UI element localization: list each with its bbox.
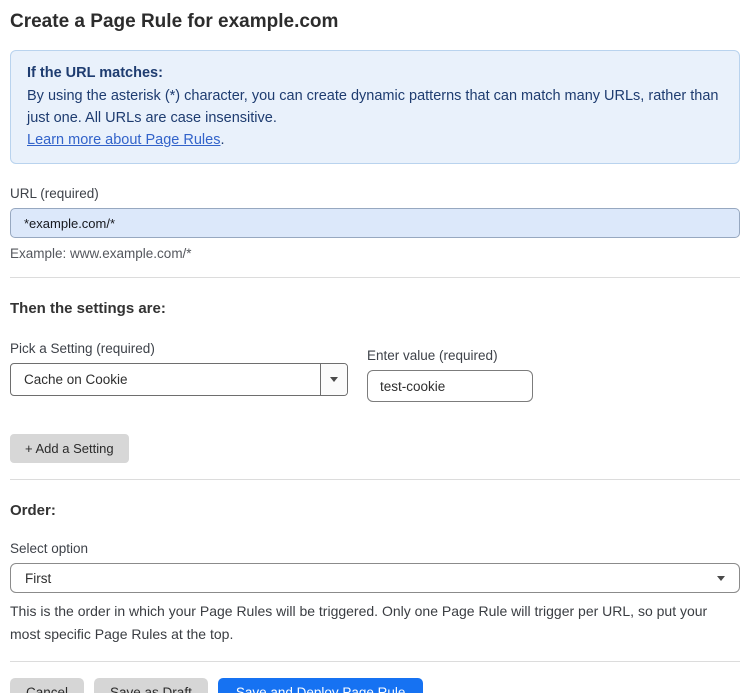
- value-column: Enter value (required): [367, 348, 533, 402]
- url-match-info-box: If the URL matches: By using the asteris…: [10, 50, 740, 164]
- order-select-value: First: [25, 570, 52, 586]
- url-label: URL (required): [10, 186, 99, 201]
- info-box-link-row: Learn more about Page Rules.: [27, 129, 723, 151]
- settings-row: Pick a Setting (required) Cache on Cooki…: [10, 341, 740, 402]
- setting-select[interactable]: Cache on Cookie: [10, 363, 348, 396]
- info-box-heading: If the URL matches:: [27, 65, 163, 81]
- value-label: Enter value (required): [367, 348, 498, 363]
- info-box-body: By using the asterisk (*) character, you…: [27, 88, 719, 126]
- page-rule-form: Create a Page Rule for example.com If th…: [0, 0, 750, 693]
- order-select[interactable]: First: [10, 563, 740, 593]
- order-heading: Order:: [10, 502, 56, 519]
- link-period: .: [220, 132, 225, 148]
- setting-select-value: Cache on Cookie: [24, 372, 128, 387]
- divider: [10, 479, 740, 480]
- add-setting-button[interactable]: + Add a Setting: [10, 434, 129, 463]
- save-as-draft-button[interactable]: Save as Draft: [94, 678, 208, 693]
- order-select-label: Select option: [10, 541, 89, 556]
- setting-select-label: Pick a Setting (required): [10, 341, 155, 356]
- footer-button-row: Cancel Save as Draft Save and Deploy Pag…: [10, 678, 740, 693]
- caret-down-icon: [330, 377, 338, 382]
- page-title: Create a Page Rule for example.com: [10, 11, 339, 32]
- save-and-deploy-button[interactable]: Save and Deploy Page Rule: [217, 678, 424, 693]
- divider: [10, 661, 740, 662]
- divider: [10, 277, 740, 278]
- url-example-text: Example: www.example.com/*: [10, 246, 192, 261]
- order-help-text: This is the order in which your Page Rul…: [10, 603, 708, 642]
- setting-value-input[interactable]: [367, 370, 533, 402]
- settings-heading: Then the settings are:: [10, 300, 166, 317]
- cancel-button[interactable]: Cancel: [10, 678, 85, 693]
- setting-select-arrow-zone[interactable]: [320, 364, 347, 395]
- caret-down-icon: [717, 575, 725, 581]
- url-input[interactable]: [10, 208, 740, 238]
- learn-more-link[interactable]: Learn more about Page Rules: [27, 132, 220, 148]
- setting-column: Pick a Setting (required) Cache on Cooki…: [10, 341, 348, 402]
